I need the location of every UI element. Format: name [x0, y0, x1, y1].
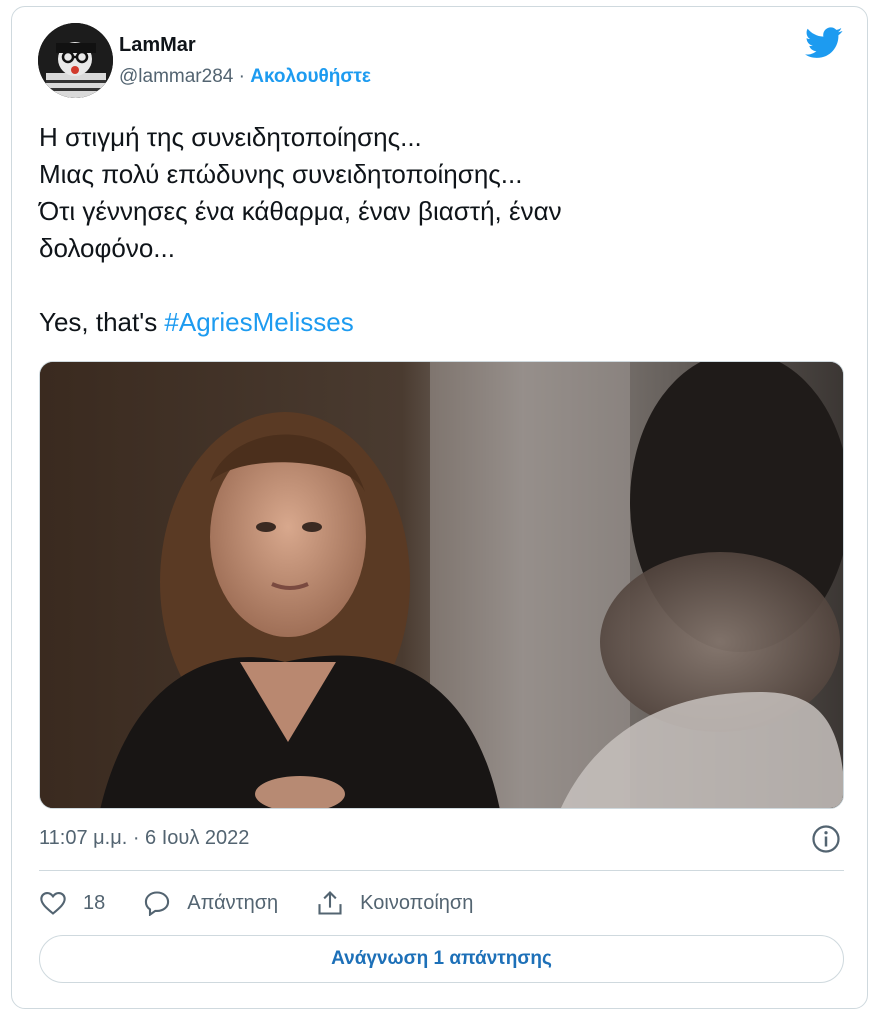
info-icon[interactable] [811, 824, 841, 854]
author-name[interactable]: LamMar [119, 34, 196, 57]
reply-bubble-icon [145, 891, 170, 916]
tweet-timestamp[interactable]: 11:07 μ.μ. · 6 Ιουλ 2022 [39, 827, 249, 850]
tweet-card: LamMar @lammar284 · Ακολουθήστε Η στιγμή… [11, 6, 868, 1009]
handle-separator: · [233, 66, 251, 87]
share-label: Κοινοποίηση [360, 891, 474, 914]
tweet-line: Μιας πολύ επώδυνης συνειδητοποίησης... [39, 159, 523, 189]
avatar-image [38, 23, 113, 98]
media-scene [40, 362, 843, 808]
tweet-line: Ότι γέννησες ένα κάθαρμα, έναν βιαστή, έ… [39, 196, 562, 226]
share-button[interactable]: Κοινοποίηση [316, 890, 473, 916]
share-icon [318, 891, 342, 915]
twitter-bird-icon[interactable] [805, 27, 843, 59]
reply-label: Απάντηση [187, 891, 279, 914]
follow-button[interactable]: Ακολουθήστε [250, 66, 371, 87]
hashtag-link[interactable]: #AgriesMelisses [164, 307, 353, 337]
tweet-media-image[interactable] [39, 361, 844, 809]
heart-icon [40, 892, 66, 915]
author-handle[interactable]: @lammar284 [119, 66, 233, 87]
tweet-line: Η στιγμή της συνειδητοποίησης... [39, 122, 422, 152]
tweet-closing-line: Yes, that's #AgriesMelisses [39, 304, 839, 341]
author-handle-line: @lammar284 · Ακολουθήστε [119, 66, 371, 88]
divider [39, 870, 844, 871]
reply-button[interactable]: Απάντηση [143, 890, 278, 916]
avatar[interactable] [38, 23, 113, 98]
tweet-text: Η στιγμή της συνειδητοποίησης... Μιας πο… [39, 119, 839, 341]
closing-text: Yes, that's [39, 307, 165, 337]
action-bar: 18 Απάντηση Κοινοποίηση [39, 885, 511, 921]
like-count: 18 [83, 891, 106, 914]
read-replies-button[interactable]: Ανάγνωση 1 απάντησης [39, 935, 844, 983]
tweet-line: δολοφόνο... [39, 233, 175, 263]
like-button[interactable]: 18 [39, 890, 105, 916]
